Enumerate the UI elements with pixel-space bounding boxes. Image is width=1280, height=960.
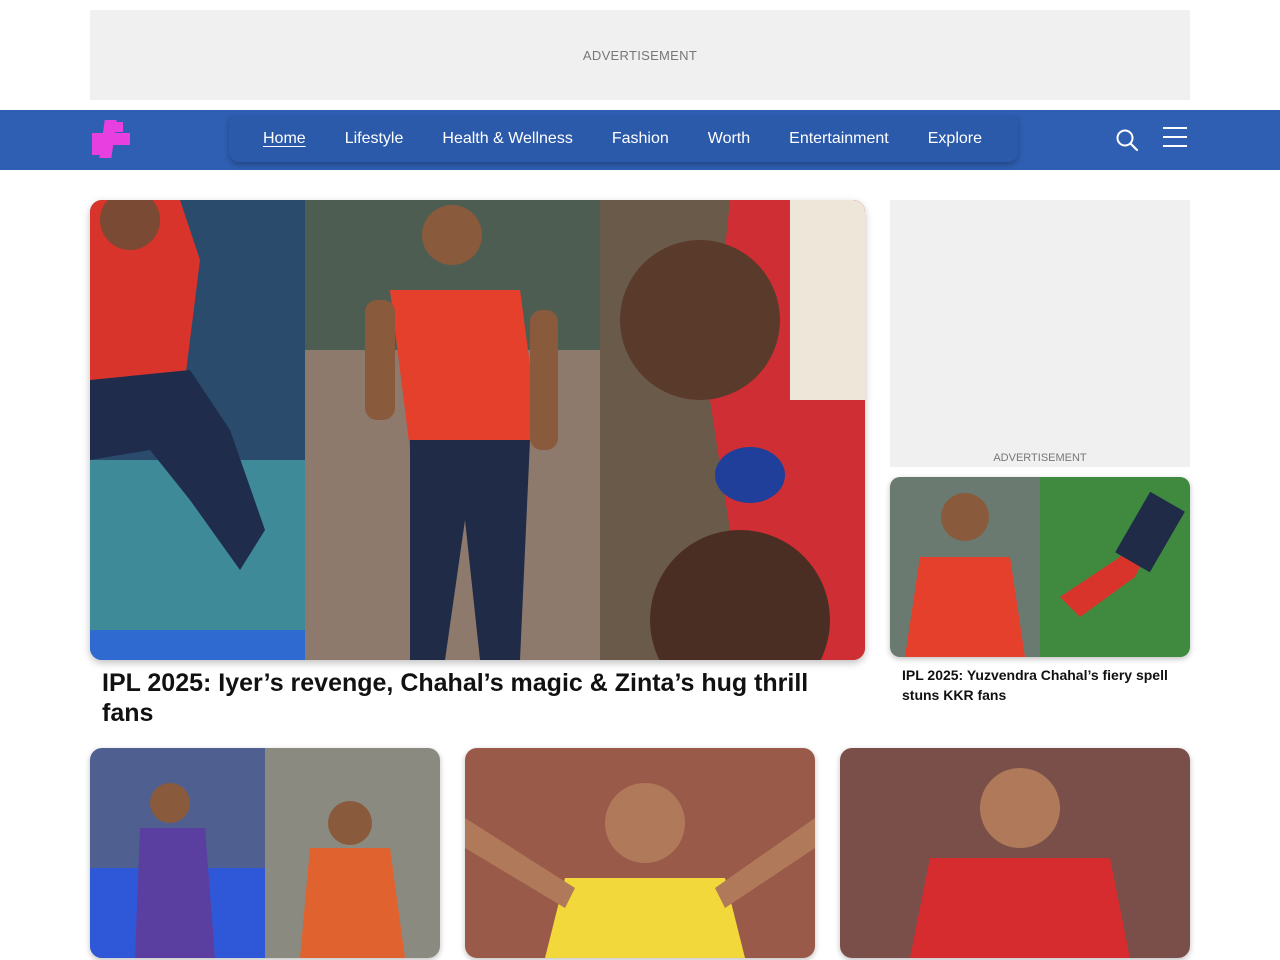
side-advertisement[interactable]: ADVERTISEMENT [890,200,1190,467]
nav-item-fashion[interactable]: Fashion [612,130,669,148]
story-card-3-image[interactable] [840,748,1190,958]
search-icon[interactable] [1114,127,1140,153]
primary-nav: Home Lifestyle Health & Wellness Fashion… [229,116,1018,162]
nav-item-lifestyle[interactable]: Lifestyle [345,130,404,148]
hero-image[interactable] [90,200,865,660]
main-navbar: Home Lifestyle Health & Wellness Fashion… [0,110,1280,170]
ad-label: ADVERTISEMENT [993,452,1087,464]
hamburger-menu-icon[interactable] [1162,126,1188,150]
nav-item-health-wellness[interactable]: Health & Wellness [442,130,572,148]
nav-item-worth[interactable]: Worth [708,130,750,148]
nav-item-explore[interactable]: Explore [928,130,982,148]
plus-logo-icon[interactable] [90,118,132,160]
story-card-2-image[interactable] [465,748,815,958]
top-advertisement[interactable]: ADVERTISEMENT [90,10,1190,100]
side-story-headline[interactable]: IPL 2025: Yuzvendra Chahal’s fiery spell… [902,665,1182,705]
story-card-1-image[interactable] [90,748,440,958]
hero-headline[interactable]: IPL 2025: Iyer’s revenge, Chahal’s magic… [102,668,842,728]
nav-item-home[interactable]: Home [263,130,306,148]
nav-item-entertainment[interactable]: Entertainment [789,130,889,148]
ad-label: ADVERTISEMENT [582,47,698,63]
side-story-image[interactable] [890,477,1190,657]
